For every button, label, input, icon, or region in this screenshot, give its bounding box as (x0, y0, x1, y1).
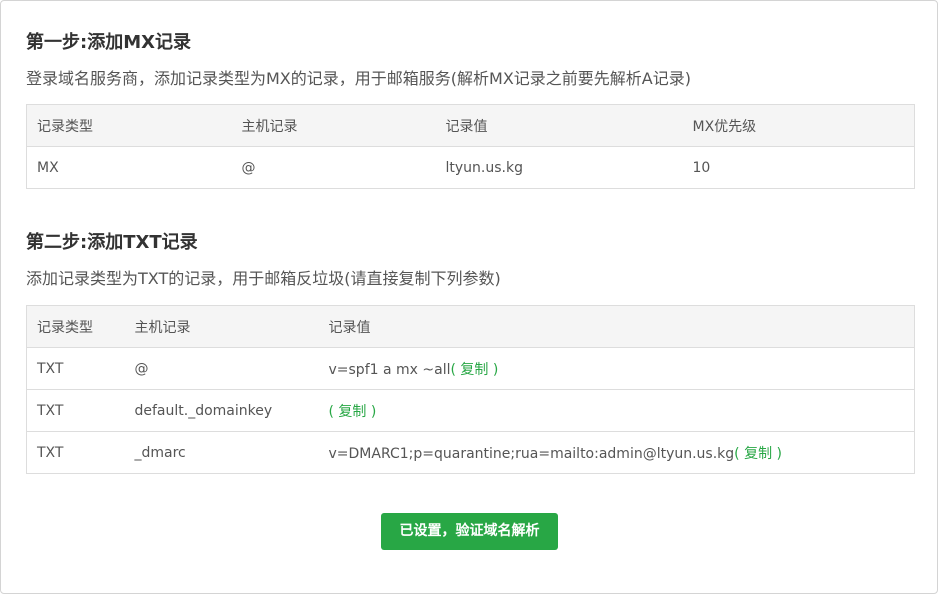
value-cell: v=DMARC1;p=quarantine;rua=mailto:admin@l… (318, 431, 915, 474)
column-header: 记录值 (318, 305, 915, 348)
record-value: v=DMARC1;p=quarantine;rua=mailto:admin@l… (328, 445, 735, 462)
column-header: MX优先级 (682, 104, 915, 147)
column-header: 主机记录 (231, 104, 436, 147)
priority-cell: 10 (682, 146, 915, 189)
step2-description: 添加记录类型为TXT的记录，用于邮箱反垃圾(请直接复制下列参数) (26, 269, 501, 288)
value-cell: v=spf1 a mx ~all( 复制 ) (318, 347, 915, 390)
value-cell: ltyun.us.kg (435, 146, 683, 189)
record-type-cell: TXT (26, 347, 125, 390)
host-cell: @ (124, 347, 319, 390)
record-type-cell: TXT (26, 431, 125, 474)
table-row: MX @ ltyun.us.kg 10 (26, 146, 915, 189)
dialog-panel: 第一步:添加MX记录 登录域名服务商，添加记录类型为MX的记录，用于邮箱服务(解… (0, 0, 938, 594)
copy-dkim-link[interactable]: ( 复制 ) (329, 404, 377, 420)
table-header-row: 记录类型 主机记录 记录值 (26, 305, 915, 348)
table-row: TXT @ v=spf1 a mx ~all( 复制 ) (26, 347, 915, 390)
column-header: 记录类型 (26, 104, 232, 147)
step1-description: 登录域名服务商，添加记录类型为MX的记录，用于邮箱服务(解析MX记录之前要先解析… (26, 69, 691, 88)
step2-title: 第二步:添加TXT记录 (26, 232, 198, 253)
txt-record-table: 记录类型 主机记录 记录值 TXT @ v=spf1 a mx ~all( 复制… (26, 305, 915, 474)
host-cell: default._domainkey (124, 389, 319, 432)
record-value: v=spf1 a mx ~all (328, 361, 451, 378)
step1-title: 第一步:添加MX记录 (26, 32, 191, 53)
copy-dmarc-link[interactable]: ( 复制 ) (734, 446, 782, 462)
step1-section: 第一步:添加MX记录 登录域名服务商，添加记录类型为MX的记录，用于邮箱服务(解… (26, 31, 915, 189)
mx-record-table: 记录类型 主机记录 记录值 MX优先级 MX @ ltyun.us.kg 10 (26, 104, 915, 189)
host-cell: _dmarc (124, 431, 319, 474)
step2-section: 第二步:添加TXT记录 添加记录类型为TXT的记录，用于邮箱反垃圾(请直接复制下… (26, 231, 915, 474)
table-header-row: 记录类型 主机记录 记录值 MX优先级 (26, 104, 915, 147)
record-type-cell: MX (26, 146, 232, 189)
record-type-cell: TXT (26, 389, 125, 432)
table-row: TXT _dmarc v=DMARC1;p=quarantine;rua=mai… (26, 431, 915, 474)
column-header: 记录类型 (26, 305, 125, 348)
column-header: 主机记录 (124, 305, 319, 348)
host-cell: @ (231, 146, 436, 189)
table-row: TXT default._domainkey ( 复制 ) (26, 389, 915, 432)
column-header: 记录值 (435, 104, 683, 147)
verify-dns-button[interactable]: 已设置，验证域名解析 (381, 513, 558, 550)
value-cell: ( 复制 ) (318, 389, 915, 432)
copy-spf-link[interactable]: ( 复制 ) (450, 362, 498, 378)
